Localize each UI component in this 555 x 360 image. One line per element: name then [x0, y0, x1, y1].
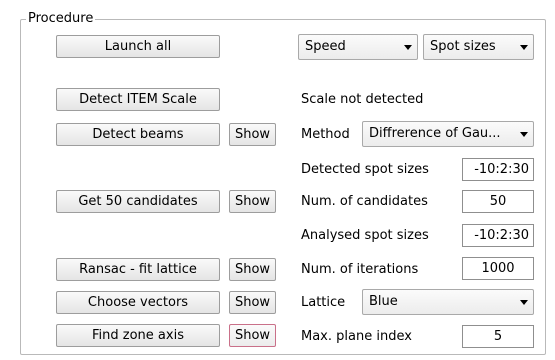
lattice-label: Lattice [301, 295, 346, 310]
num-candidates-label: Num. of candidates [301, 194, 428, 209]
detect-beams-show-button[interactable]: Show [229, 123, 276, 146]
spot-sizes-select-value: Spot sizes [430, 39, 496, 54]
choose-vectors-show-button[interactable]: Show [229, 291, 276, 314]
lattice-select-value: Blue [369, 294, 398, 309]
num-candidates-input[interactable]: 50 [462, 190, 534, 213]
spot-sizes-select[interactable]: Spot sizes [423, 34, 534, 60]
find-zone-axis-button[interactable]: Find zone axis [56, 324, 220, 347]
speed-select[interactable]: Speed [298, 34, 418, 60]
ransac-show-button[interactable]: Show [229, 258, 276, 281]
chevron-down-icon [520, 300, 528, 305]
method-select[interactable]: Diffrerence of Gau... [362, 121, 534, 147]
ransac-fit-lattice-button[interactable]: Ransac - fit lattice [56, 258, 220, 281]
detect-item-scale-button[interactable]: Detect ITEM Scale [56, 88, 220, 111]
chevron-down-icon [520, 45, 528, 50]
method-select-value: Diffrerence of Gau... [369, 126, 501, 141]
chevron-down-icon [404, 45, 412, 50]
procedure-title: Procedure [26, 10, 96, 27]
chevron-down-icon [520, 132, 528, 137]
choose-vectors-button[interactable]: Choose vectors [56, 291, 220, 314]
max-plane-index-label: Max. plane index [301, 329, 412, 344]
detected-spot-sizes-label: Detected spot sizes [301, 162, 429, 177]
analysed-spot-sizes-input[interactable]: -10:2:30 [462, 224, 534, 247]
detected-spot-sizes-input[interactable]: -10:2:30 [462, 158, 534, 181]
detect-beams-button[interactable]: Detect beams [56, 123, 220, 146]
max-plane-index-input[interactable]: 5 [462, 325, 534, 348]
analysed-spot-sizes-label: Analysed spot sizes [301, 228, 429, 243]
launch-all-button[interactable]: Launch all [56, 35, 220, 58]
method-label: Method [301, 127, 350, 142]
scale-status-text: Scale not detected [301, 92, 424, 107]
find-zone-axis-show-button[interactable]: Show [229, 324, 276, 347]
speed-select-value: Speed [305, 39, 346, 54]
num-iterations-input[interactable]: 1000 [462, 257, 534, 280]
lattice-select[interactable]: Blue [362, 289, 534, 315]
get-candidates-show-button[interactable]: Show [229, 190, 276, 213]
get-candidates-button[interactable]: Get 50 candidates [56, 190, 220, 213]
num-iterations-label: Num. of iterations [301, 262, 419, 277]
